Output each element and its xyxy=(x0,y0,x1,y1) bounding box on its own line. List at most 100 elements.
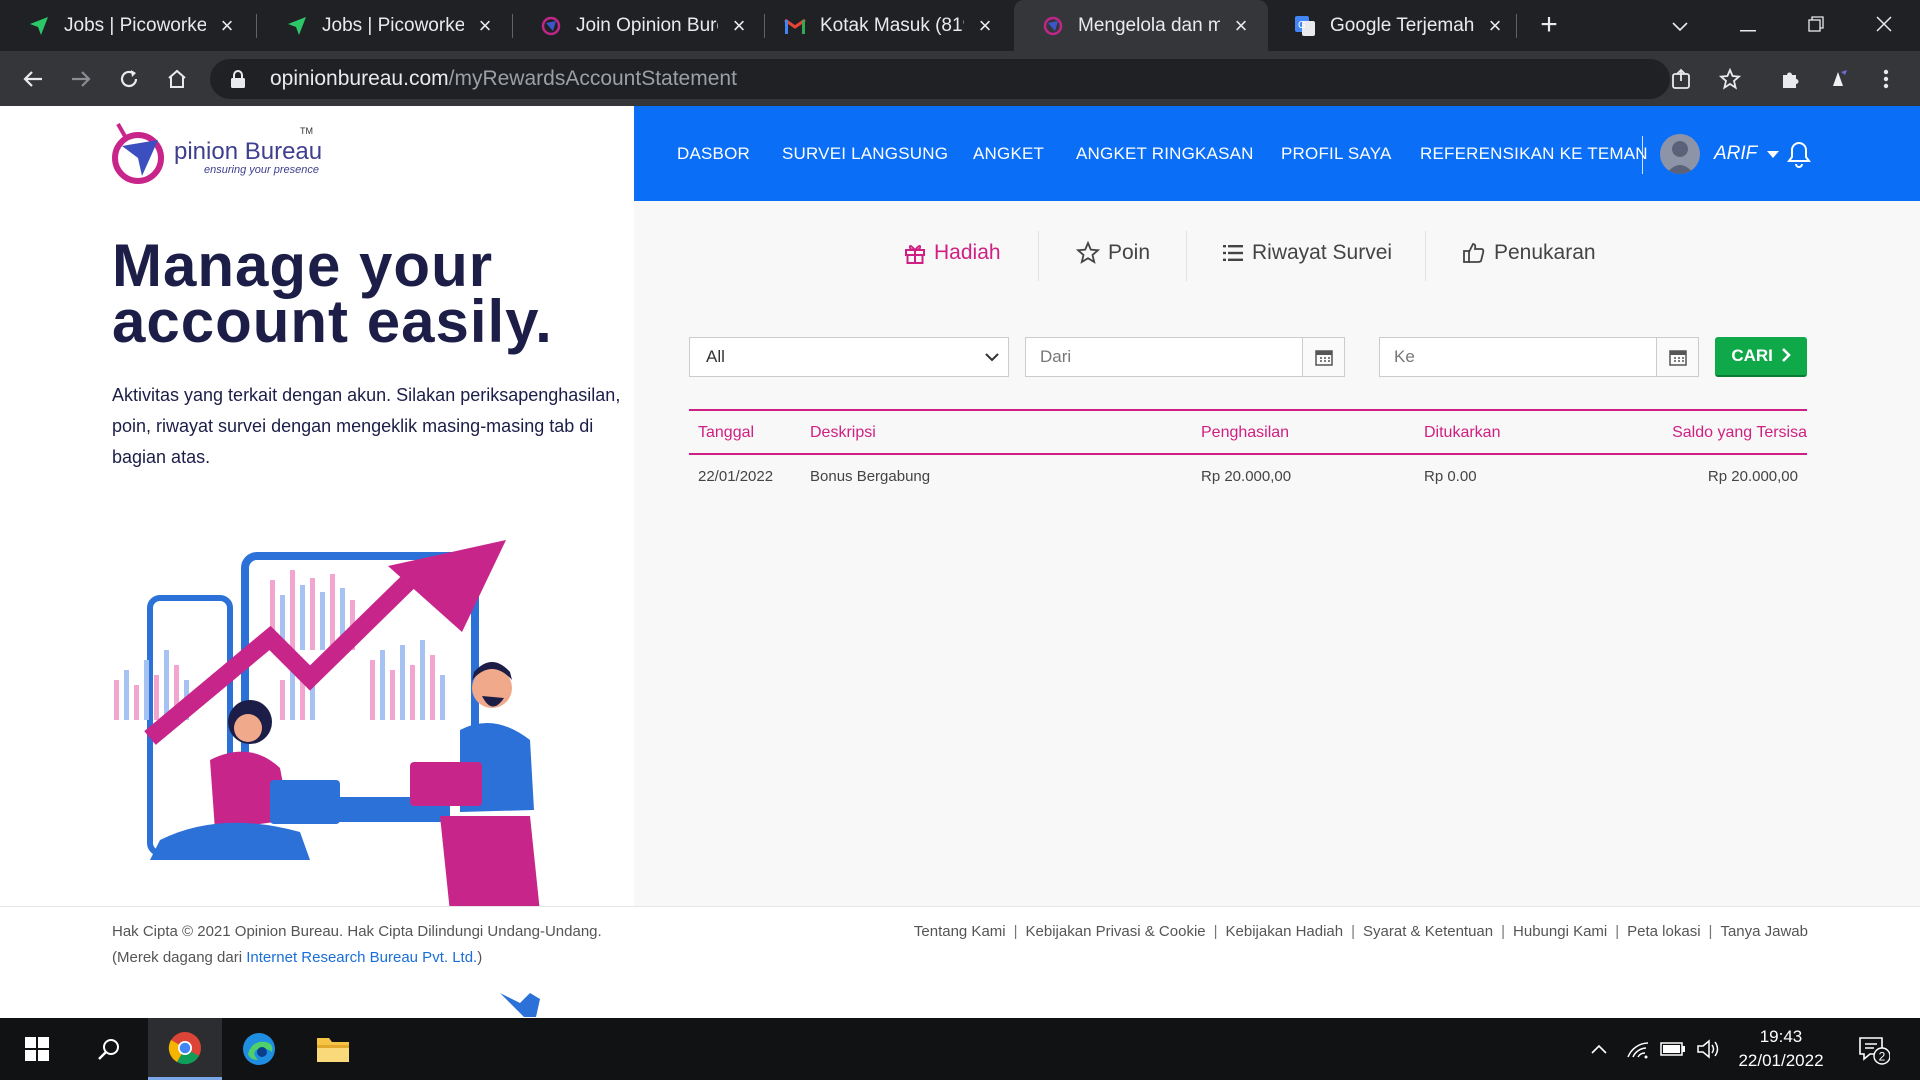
tab-divider xyxy=(256,14,257,38)
url-path: /myRewardsAccountStatement xyxy=(448,67,737,90)
share-icon[interactable] xyxy=(1664,62,1698,96)
browser-tab-active[interactable]: Mengelola dan men × xyxy=(1014,0,1268,51)
caret-down-icon[interactable] xyxy=(1767,151,1779,158)
wifi-icon[interactable] xyxy=(1622,1018,1654,1080)
chrome-taskbar-icon[interactable] xyxy=(148,1018,222,1080)
notification-center-icon[interactable]: 2 xyxy=(1850,1018,1896,1080)
forward-arrow-icon[interactable] xyxy=(64,62,98,96)
tab-search-icon[interactable] xyxy=(1660,8,1700,42)
close-tab-icon[interactable]: × xyxy=(728,14,750,37)
search-icon[interactable] xyxy=(72,1018,146,1080)
footer-link-tentang[interactable]: Tentang Kami xyxy=(914,923,1006,940)
nav-profil-saya[interactable]: PROFIL SAYA xyxy=(1281,106,1392,201)
battery-icon[interactable] xyxy=(1656,1018,1690,1080)
footer-link-hubungi[interactable]: Hubungi Kami xyxy=(1513,923,1607,940)
close-tab-icon[interactable]: × xyxy=(474,14,496,37)
reload-icon[interactable] xyxy=(112,62,146,96)
browser-tab[interactable]: Jobs | Picoworkers × xyxy=(258,0,512,51)
picoworkers-icon xyxy=(286,15,308,37)
profile-icon[interactable] xyxy=(1821,62,1855,96)
browser-tab[interactable]: Jobs | Picoworkers × xyxy=(0,0,254,51)
close-tab-icon[interactable]: × xyxy=(216,14,238,37)
table-header: Tanggal Deskripsi Penghasilan Ditukarkan… xyxy=(689,409,1807,455)
footer-link-faq[interactable]: Tanya Jawab xyxy=(1720,923,1808,940)
footer-link-peta[interactable]: Peta lokasi xyxy=(1627,923,1700,940)
logo-trademark: TM xyxy=(300,126,313,136)
trademark-line: (Merek dagang dari Internet Research Bur… xyxy=(112,945,602,971)
table-row: 22/01/2022 Bonus Bergabung Rp 20.000,00 … xyxy=(689,455,1807,499)
minimize-window-icon[interactable] xyxy=(1728,8,1768,42)
windows-start-icon[interactable] xyxy=(0,1018,74,1080)
browser-tab-title: Google Terjemahan xyxy=(1330,14,1474,36)
trademark-prefix: (Merek dagang dari xyxy=(112,949,247,966)
browser-tab-title: Join Opinion Bureau xyxy=(576,14,718,36)
browser-menu-icon[interactable] xyxy=(1869,62,1903,96)
growth-illustration xyxy=(114,540,540,912)
user-name[interactable]: ARIF xyxy=(1714,106,1757,201)
close-tab-icon[interactable]: × xyxy=(1484,14,1506,37)
tab-riwayat-survei[interactable]: Riwayat Survei xyxy=(1222,233,1392,273)
file-explorer-taskbar-icon[interactable] xyxy=(296,1018,370,1080)
partial-logo-icon xyxy=(500,993,540,1017)
nav-referensikan[interactable]: REFERENSIKAN KE TEMAN xyxy=(1420,106,1648,201)
calendar-icon[interactable] xyxy=(1302,338,1344,376)
account-statement-panel: Hadiah Poin Riwayat Survei Penukaran All xyxy=(634,201,1920,906)
close-tab-icon[interactable]: × xyxy=(1230,14,1252,37)
date-from-field[interactable]: Dari xyxy=(1025,337,1345,377)
browser-tab[interactable]: Join Opinion Bureau × xyxy=(512,0,766,51)
footer-links: Tentang Kami | Kebijakan Privasi & Cookie |… xyxy=(914,919,1808,945)
nav-survei-langsung[interactable]: SURVEI LANGSUNG xyxy=(782,106,948,201)
url-host: opinionbureau.com xyxy=(270,67,449,90)
show-hidden-icons-chevron-icon[interactable] xyxy=(1584,1018,1614,1080)
footer-link-kebijakan-hadiah[interactable]: Kebijakan Hadiah xyxy=(1226,923,1344,940)
transaction-type-select[interactable]: All xyxy=(689,337,1009,377)
extensions-puzzle-icon[interactable] xyxy=(1773,62,1807,96)
logo-tagline: ensuring your presence xyxy=(204,164,319,176)
statement-table: Tanggal Deskripsi Penghasilan Ditukarkan… xyxy=(689,409,1807,499)
restore-window-icon[interactable] xyxy=(1796,8,1836,42)
edge-taskbar-icon[interactable] xyxy=(222,1018,296,1080)
copyright-text: Hak Cipta © 2021 Opinion Bureau. Hak Cip… xyxy=(112,923,602,940)
tab-separator xyxy=(1038,231,1039,281)
search-button[interactable]: CARI xyxy=(1715,337,1807,377)
back-arrow-icon[interactable] xyxy=(16,62,50,96)
address-bar[interactable]: opinionbureau.com/myRewardsAccountStatem… xyxy=(210,59,1670,99)
notification-count: 2 xyxy=(1879,1050,1886,1064)
volume-icon[interactable] xyxy=(1692,1018,1724,1080)
trademark-link[interactable]: Internet Research Bureau Pvt. Ltd. xyxy=(246,949,477,966)
footer-separator: | xyxy=(1501,923,1506,940)
date-to-field[interactable]: Ke xyxy=(1379,337,1699,377)
calendar-icon[interactable] xyxy=(1656,338,1698,376)
tab-penukaran[interactable]: Penukaran xyxy=(1462,233,1596,273)
browser-tab[interactable]: Kotak Masuk (819) × xyxy=(756,0,1012,51)
tab-poin[interactable]: Poin xyxy=(1076,233,1150,273)
tab-separator xyxy=(1186,231,1187,281)
avatar[interactable] xyxy=(1660,134,1700,174)
footer-separator: | xyxy=(1615,923,1620,940)
tab-label: Poin xyxy=(1108,241,1151,264)
tab-hadiah[interactable]: Hadiah xyxy=(904,233,1001,273)
logo-text: pinion Bureau xyxy=(174,138,323,165)
bell-icon[interactable] xyxy=(1786,140,1812,168)
browser-tab-title: Kotak Masuk (819) xyxy=(820,14,964,36)
footer-link-syarat[interactable]: Syarat & Ketentuan xyxy=(1363,923,1493,940)
column-header: Tanggal xyxy=(698,424,755,441)
browser-tab[interactable]: G Google Terjemahan × xyxy=(1266,0,1522,51)
home-icon[interactable] xyxy=(160,62,194,96)
nav-angket[interactable]: ANGKET xyxy=(973,106,1044,201)
close-window-icon[interactable] xyxy=(1864,8,1904,42)
search-button-label: CARI xyxy=(1731,346,1773,365)
nav-dasbor[interactable]: DASBOR xyxy=(677,106,750,201)
taskbar-clock[interactable]: 19:43 22/01/2022 xyxy=(1726,1025,1836,1073)
new-tab-button[interactable]: + xyxy=(1534,8,1564,42)
nav-angket-ringkasan[interactable]: ANGKET RINGKASAN xyxy=(1076,106,1254,201)
date-to-placeholder: Ke xyxy=(1394,347,1415,366)
opinion-bureau-logo[interactable]: pinion Bureau ensuring your presence TM xyxy=(112,118,322,190)
select-value: All xyxy=(706,347,725,366)
bookmark-star-icon[interactable] xyxy=(1713,62,1747,96)
trademark-suffix: ) xyxy=(477,949,483,966)
footer-link-privasi[interactable]: Kebijakan Privasi & Cookie xyxy=(1026,923,1206,940)
column-header: Saldo yang Tersisa xyxy=(1672,424,1807,441)
footer-separator: | xyxy=(1213,923,1218,940)
close-tab-icon[interactable]: × xyxy=(974,14,996,37)
